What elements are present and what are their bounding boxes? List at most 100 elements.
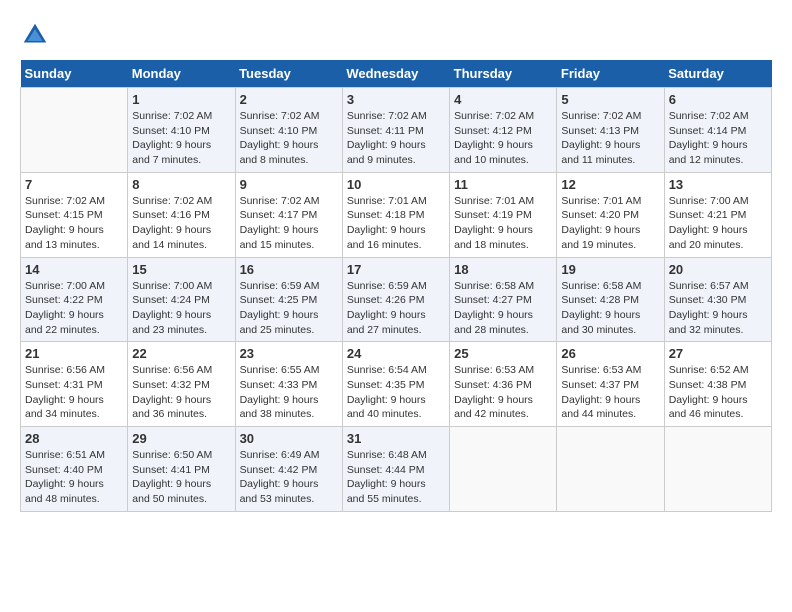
day-number: 26 bbox=[561, 346, 659, 361]
day-number: 1 bbox=[132, 92, 230, 107]
day-info: Sunrise: 7:02 AMSunset: 4:15 PMDaylight:… bbox=[25, 194, 123, 253]
day-info: Sunrise: 7:01 AMSunset: 4:19 PMDaylight:… bbox=[454, 194, 552, 253]
day-number: 18 bbox=[454, 262, 552, 277]
day-info: Sunrise: 6:56 AMSunset: 4:32 PMDaylight:… bbox=[132, 363, 230, 422]
column-header-tuesday: Tuesday bbox=[235, 60, 342, 88]
day-info: Sunrise: 6:59 AMSunset: 4:25 PMDaylight:… bbox=[240, 279, 338, 338]
column-header-saturday: Saturday bbox=[664, 60, 771, 88]
calendar-cell: 16 Sunrise: 6:59 AMSunset: 4:25 PMDayligh… bbox=[235, 257, 342, 342]
day-number: 24 bbox=[347, 346, 445, 361]
day-number: 22 bbox=[132, 346, 230, 361]
day-info: Sunrise: 6:53 AMSunset: 4:37 PMDaylight:… bbox=[561, 363, 659, 422]
calendar-cell: 2 Sunrise: 7:02 AMSunset: 4:10 PMDaylight… bbox=[235, 88, 342, 173]
calendar-cell: 25 Sunrise: 6:53 AMSunset: 4:36 PMDayligh… bbox=[450, 342, 557, 427]
calendar-cell: 28 Sunrise: 6:51 AMSunset: 4:40 PMDayligh… bbox=[21, 427, 128, 512]
day-info: Sunrise: 7:02 AMSunset: 4:14 PMDaylight:… bbox=[669, 109, 767, 168]
day-number: 29 bbox=[132, 431, 230, 446]
day-number: 4 bbox=[454, 92, 552, 107]
day-info: Sunrise: 6:48 AMSunset: 4:44 PMDaylight:… bbox=[347, 448, 445, 507]
day-info: Sunrise: 7:01 AMSunset: 4:20 PMDaylight:… bbox=[561, 194, 659, 253]
calendar-cell: 26 Sunrise: 6:53 AMSunset: 4:37 PMDayligh… bbox=[557, 342, 664, 427]
calendar-cell: 8 Sunrise: 7:02 AMSunset: 4:16 PMDaylight… bbox=[128, 172, 235, 257]
column-header-monday: Monday bbox=[128, 60, 235, 88]
calendar-cell: 20 Sunrise: 6:57 AMSunset: 4:30 PMDayligh… bbox=[664, 257, 771, 342]
day-info: Sunrise: 7:02 AMSunset: 4:17 PMDaylight:… bbox=[240, 194, 338, 253]
day-number: 31 bbox=[347, 431, 445, 446]
logo bbox=[20, 20, 54, 50]
day-number: 20 bbox=[669, 262, 767, 277]
day-info: Sunrise: 6:56 AMSunset: 4:31 PMDaylight:… bbox=[25, 363, 123, 422]
day-number: 2 bbox=[240, 92, 338, 107]
day-number: 10 bbox=[347, 177, 445, 192]
calendar-cell: 19 Sunrise: 6:58 AMSunset: 4:28 PMDayligh… bbox=[557, 257, 664, 342]
calendar-cell: 18 Sunrise: 6:58 AMSunset: 4:27 PMDayligh… bbox=[450, 257, 557, 342]
day-number: 21 bbox=[25, 346, 123, 361]
calendar-header-row: SundayMondayTuesdayWednesdayThursdayFrid… bbox=[21, 60, 772, 88]
day-info: Sunrise: 6:58 AMSunset: 4:27 PMDaylight:… bbox=[454, 279, 552, 338]
day-info: Sunrise: 6:55 AMSunset: 4:33 PMDaylight:… bbox=[240, 363, 338, 422]
calendar-cell: 3 Sunrise: 7:02 AMSunset: 4:11 PMDaylight… bbox=[342, 88, 449, 173]
generalblue-logo-icon bbox=[20, 20, 50, 50]
day-info: Sunrise: 6:52 AMSunset: 4:38 PMDaylight:… bbox=[669, 363, 767, 422]
calendar-cell: 31 Sunrise: 6:48 AMSunset: 4:44 PMDayligh… bbox=[342, 427, 449, 512]
day-number: 13 bbox=[669, 177, 767, 192]
day-number: 7 bbox=[25, 177, 123, 192]
calendar-cell: 13 Sunrise: 7:00 AMSunset: 4:21 PMDayligh… bbox=[664, 172, 771, 257]
day-number: 17 bbox=[347, 262, 445, 277]
calendar-week-row: 28 Sunrise: 6:51 AMSunset: 4:40 PMDayligh… bbox=[21, 427, 772, 512]
day-info: Sunrise: 7:02 AMSunset: 4:11 PMDaylight:… bbox=[347, 109, 445, 168]
calendar-cell bbox=[21, 88, 128, 173]
calendar-cell: 24 Sunrise: 6:54 AMSunset: 4:35 PMDayligh… bbox=[342, 342, 449, 427]
day-number: 16 bbox=[240, 262, 338, 277]
day-info: Sunrise: 6:54 AMSunset: 4:35 PMDaylight:… bbox=[347, 363, 445, 422]
day-number: 3 bbox=[347, 92, 445, 107]
calendar-cell: 14Sunrise: 7:00 AMSunset: 4:22 PMDayligh… bbox=[21, 257, 128, 342]
header bbox=[20, 20, 772, 50]
calendar-cell: 21 Sunrise: 6:56 AMSunset: 4:31 PMDayligh… bbox=[21, 342, 128, 427]
day-number: 15 bbox=[132, 262, 230, 277]
calendar-cell: 1Sunrise: 7:02 AMSunset: 4:10 PMDaylight… bbox=[128, 88, 235, 173]
calendar-cell bbox=[450, 427, 557, 512]
day-number: 23 bbox=[240, 346, 338, 361]
day-info: Sunrise: 7:02 AMSunset: 4:13 PMDaylight:… bbox=[561, 109, 659, 168]
calendar-cell: 12 Sunrise: 7:01 AMSunset: 4:20 PMDayligh… bbox=[557, 172, 664, 257]
calendar-table: SundayMondayTuesdayWednesdayThursdayFrid… bbox=[20, 60, 772, 512]
calendar-cell: 29 Sunrise: 6:50 AMSunset: 4:41 PMDayligh… bbox=[128, 427, 235, 512]
calendar-cell bbox=[664, 427, 771, 512]
day-number: 28 bbox=[25, 431, 123, 446]
day-number: 25 bbox=[454, 346, 552, 361]
day-info: Sunrise: 7:01 AMSunset: 4:18 PMDaylight:… bbox=[347, 194, 445, 253]
day-info: Sunrise: 7:00 AMSunset: 4:22 PMDaylight:… bbox=[25, 279, 123, 338]
calendar-cell: 5Sunrise: 7:02 AMSunset: 4:13 PMDaylight… bbox=[557, 88, 664, 173]
column-header-thursday: Thursday bbox=[450, 60, 557, 88]
day-info: Sunrise: 7:00 AMSunset: 4:24 PMDaylight:… bbox=[132, 279, 230, 338]
calendar-week-row: 1 Sunrise: 7:02 AMSunset: 4:10 PMDaylight… bbox=[21, 88, 772, 173]
calendar-week-row: 7 Sunrise: 7:02 AMSunset: 4:15 PMDaylight… bbox=[21, 172, 772, 257]
day-number: 19 bbox=[561, 262, 659, 277]
calendar-cell: 10 Sunrise: 7:01 AMSunset: 4:18 PMDayligh… bbox=[342, 172, 449, 257]
day-number: 8 bbox=[132, 177, 230, 192]
day-number: 11 bbox=[454, 177, 552, 192]
calendar-cell: 11 Sunrise: 7:01 AMSunset: 4:19 PMDayligh… bbox=[450, 172, 557, 257]
day-info: Sunrise: 6:58 AMSunset: 4:28 PMDaylight:… bbox=[561, 279, 659, 338]
day-number: 6 bbox=[669, 92, 767, 107]
day-info: Sunrise: 7:02 AMSunset: 4:16 PMDaylight:… bbox=[132, 194, 230, 253]
day-info: Sunrise: 7:02 AMSunset: 4:12 PMDaylight:… bbox=[454, 109, 552, 168]
calendar-cell: 30Sunrise: 6:49 AMSunset: 4:42 PMDayligh… bbox=[235, 427, 342, 512]
calendar-cell: 15 Sunrise: 7:00 AMSunset: 4:24 PMDayligh… bbox=[128, 257, 235, 342]
day-info: Sunrise: 6:57 AMSunset: 4:30 PMDaylight:… bbox=[669, 279, 767, 338]
day-info: Sunrise: 7:00 AMSunset: 4:21 PMDaylight:… bbox=[669, 194, 767, 253]
day-number: 27 bbox=[669, 346, 767, 361]
day-number: 30 bbox=[240, 431, 338, 446]
calendar-cell: 6 Sunrise: 7:02 AMSunset: 4:14 PMDaylight… bbox=[664, 88, 771, 173]
calendar-cell: 27 Sunrise: 6:52 AMSunset: 4:38 PMDayligh… bbox=[664, 342, 771, 427]
day-info: Sunrise: 7:02 AMSunset: 4:10 PMDaylight:… bbox=[240, 109, 338, 168]
day-info: Sunrise: 6:50 AMSunset: 4:41 PMDaylight:… bbox=[132, 448, 230, 507]
day-number: 9 bbox=[240, 177, 338, 192]
day-info: Sunrise: 6:51 AMSunset: 4:40 PMDaylight:… bbox=[25, 448, 123, 507]
day-info: Sunrise: 6:53 AMSunset: 4:36 PMDaylight:… bbox=[454, 363, 552, 422]
column-header-sunday: Sunday bbox=[21, 60, 128, 88]
calendar-week-row: 14Sunrise: 7:00 AMSunset: 4:22 PMDayligh… bbox=[21, 257, 772, 342]
calendar-cell: 22 Sunrise: 6:56 AMSunset: 4:32 PMDayligh… bbox=[128, 342, 235, 427]
day-number: 12 bbox=[561, 177, 659, 192]
